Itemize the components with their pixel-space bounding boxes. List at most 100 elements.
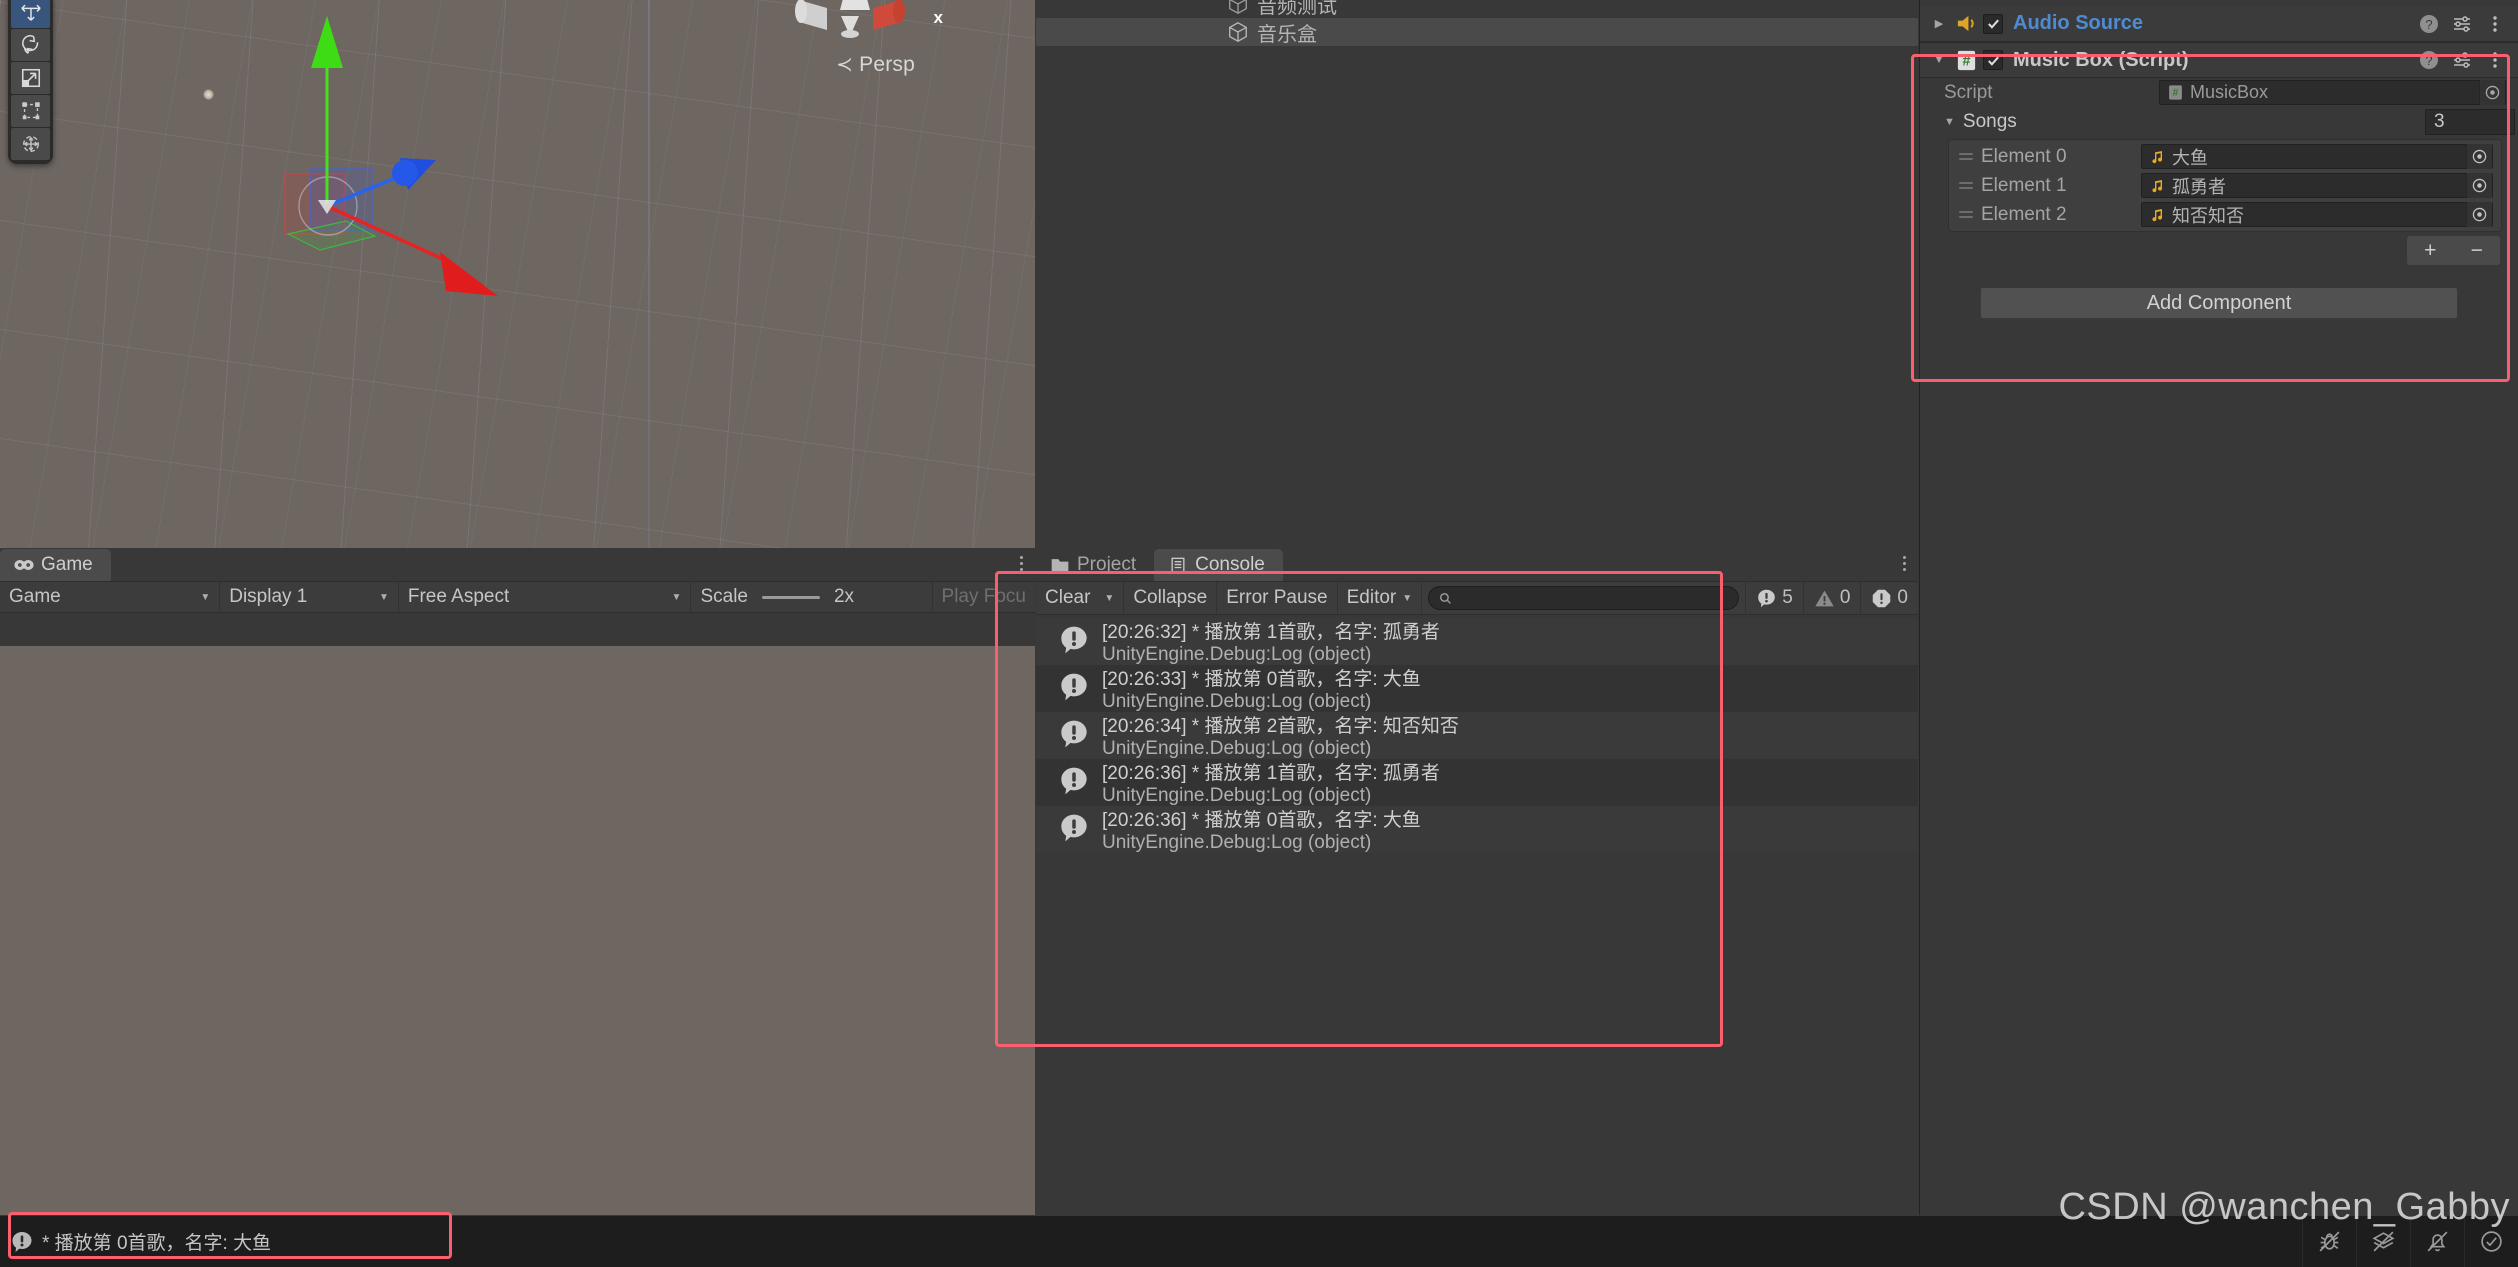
scale-tool-button[interactable] xyxy=(11,62,50,94)
game-panel[interactable]: Game Game ▼ Display 1 ▼ Free Aspect ▼ Sc… xyxy=(0,549,1035,1215)
perspective-label[interactable]: ≺ Persp xyxy=(836,52,915,77)
bug-disabled-icon xyxy=(2319,1231,2340,1252)
clear-button[interactable]: Clear ▼ xyxy=(1036,582,1125,614)
hierarchy-item-1[interactable]: 音乐盒 xyxy=(1036,18,1918,46)
foldout-expanded-icon[interactable]: ▼ xyxy=(1928,54,1950,66)
cs-script-icon: # xyxy=(1957,50,1976,70)
more-menu-icon[interactable] xyxy=(2485,50,2505,70)
hierarchy-empty-area[interactable] xyxy=(1036,56,1918,548)
object-picker-button[interactable] xyxy=(2466,202,2492,227)
help-icon[interactable]: ? xyxy=(2419,14,2439,34)
info-count-filter[interactable]: 5 xyxy=(1745,581,1803,615)
songs-element-list[interactable]: Element 0 大鱼 Element 1 孤勇者 Element 2 知否知… xyxy=(1948,139,2502,232)
game-tab-strip[interactable]: Game xyxy=(0,549,1035,581)
console-log-row[interactable]: [20:26:34] * 播放第 2首歌，名字: 知否知否 UnityEngin… xyxy=(1036,712,1918,759)
drag-handle-icon[interactable] xyxy=(1959,182,1981,189)
layers-disabled-icon xyxy=(2372,1231,2395,1252)
audio-source-header-icons[interactable]: ? xyxy=(2419,14,2510,34)
element-object-field[interactable]: 大鱼 xyxy=(2141,144,2493,169)
component-header-audio-source[interactable]: ▶ Audio Source ? xyxy=(1920,6,2518,42)
songs-element-row[interactable]: Element 1 孤勇者 xyxy=(1949,171,2501,200)
game-panel-menu-icon[interactable] xyxy=(1020,556,1023,571)
music-box-header-icons[interactable]: ? xyxy=(2419,50,2510,70)
scene-view[interactable]: x ≺ Persp xyxy=(0,0,1035,548)
play-focused-toggle[interactable]: Play Focu xyxy=(933,581,1035,613)
console-panel[interactable]: Project Console Clear ▼ Collapse Error P… xyxy=(1036,549,1918,1215)
element-object-field[interactable]: 知否知否 xyxy=(2141,202,2493,227)
remove-element-button[interactable]: − xyxy=(2471,239,2483,263)
hierarchy-item-0[interactable]: 音频测试 xyxy=(1036,0,1918,18)
songs-list-buttons[interactable]: + − xyxy=(1920,232,2518,265)
audio-source-enabled-checkbox[interactable] xyxy=(1983,13,2003,34)
chevron-down-icon[interactable]: ▼ xyxy=(1104,593,1114,604)
warning-count-filter[interactable]: 0 xyxy=(1802,581,1861,615)
music-box-title[interactable]: Music Box (Script) xyxy=(2013,49,2419,72)
debugger-attach-button[interactable] xyxy=(2302,1216,2356,1267)
inspector-panel[interactable]: ▶ Audio Source ? ▼ # Music Box (Script) … xyxy=(1919,0,2518,1215)
console-log-row[interactable]: [20:26:36] * 播放第 0首歌，名字: 大鱼 UnityEngine.… xyxy=(1036,806,1918,853)
console-log-list[interactable]: [20:26:32] * 播放第 1首歌，名字: 孤勇者 UnityEngine… xyxy=(1036,618,1918,1215)
element-object-field[interactable]: 孤勇者 xyxy=(2141,173,2493,198)
check-status-button[interactable] xyxy=(2464,1216,2518,1267)
error-count-filter[interactable]: 0 xyxy=(1860,581,1918,615)
songs-label: Songs xyxy=(1962,111,2017,132)
error-pause-toggle[interactable]: Error Pause xyxy=(1217,582,1338,614)
status-bar-icons[interactable] xyxy=(2302,1216,2518,1267)
notifications-button[interactable] xyxy=(2410,1216,2464,1267)
add-element-button[interactable]: + xyxy=(2424,239,2436,263)
rect-tool-button[interactable] xyxy=(11,95,50,127)
rotate-tool-button[interactable] xyxy=(11,29,50,61)
status-message[interactable]: * 播放第 0首歌，名字: 大鱼 xyxy=(0,1228,271,1255)
game-aspect-label: Free Aspect xyxy=(407,586,510,607)
collapse-toggle[interactable]: Collapse xyxy=(1124,582,1218,614)
tab-project[interactable]: Project xyxy=(1036,549,1154,581)
game-display-dropdown[interactable]: Display 1 ▼ xyxy=(220,581,399,613)
game-view-mode-dropdown[interactable]: Game ▼ xyxy=(0,581,221,613)
game-toolbar[interactable]: Game ▼ Display 1 ▼ Free Aspect ▼ Scale 2… xyxy=(0,581,1035,613)
help-icon[interactable]: ? xyxy=(2419,50,2439,70)
console-tab-strip[interactable]: Project Console xyxy=(1036,549,1918,581)
move-tool-button[interactable] xyxy=(11,0,50,28)
drag-handle-icon[interactable] xyxy=(1959,153,1981,160)
component-header-music-box[interactable]: ▼ # Music Box (Script) ? xyxy=(1920,42,2518,78)
checkmark-icon xyxy=(1987,56,1999,66)
script-object-field[interactable]: # MusicBox xyxy=(2159,80,2506,105)
game-scale-slider-group[interactable]: Scale 2x xyxy=(691,581,933,613)
game-aspect-dropdown[interactable]: Free Aspect ▼ xyxy=(399,581,692,613)
status-bar[interactable]: * 播放第 0首歌，名字: 大鱼 xyxy=(0,1216,2518,1267)
drag-handle-icon[interactable] xyxy=(1959,211,1981,218)
object-picker-button[interactable] xyxy=(2466,173,2492,198)
console-search-input[interactable] xyxy=(1428,586,1740,610)
songs-array-foldout[interactable]: ▼ Songs 3 xyxy=(1920,107,2518,137)
game-render-canvas[interactable] xyxy=(0,646,1035,1215)
chevron-down-icon: ▼ xyxy=(1402,592,1413,604)
audio-source-title[interactable]: Audio Source xyxy=(2013,12,2419,35)
console-log-row[interactable]: [20:26:32] * 播放第 1首歌，名字: 孤勇者 UnityEngine… xyxy=(1036,618,1918,665)
tab-console[interactable]: Console xyxy=(1154,549,1283,581)
editor-dropdown[interactable]: Editor ▼ xyxy=(1338,582,1423,614)
console-toolbar[interactable]: Clear ▼ Collapse Error Pause Editor ▼ 5 xyxy=(1036,581,1918,615)
songs-element-row[interactable]: Element 0 大鱼 xyxy=(1949,142,2501,171)
hierarchy-panel[interactable]: 音频测试 音乐盒 xyxy=(1036,0,1918,548)
object-picker-button[interactable] xyxy=(2466,144,2492,169)
add-component-button[interactable]: Add Component xyxy=(1980,287,2458,319)
transform-tool-button[interactable] xyxy=(11,128,50,160)
api-updating-button[interactable] xyxy=(2356,1216,2410,1267)
console-log-row[interactable]: [20:26:33] * 播放第 0首歌，名字: 大鱼 UnityEngine.… xyxy=(1036,665,1918,712)
tab-console-label: Console xyxy=(1195,554,1265,575)
songs-element-row[interactable]: Element 2 知否知否 xyxy=(1949,200,2501,229)
foldout-expanded-icon[interactable]: ▼ xyxy=(1944,116,1955,128)
more-menu-icon[interactable] xyxy=(2485,14,2505,34)
scale-slider[interactable] xyxy=(761,595,820,599)
scene-tool-palette[interactable] xyxy=(8,0,53,164)
foldout-collapsed-icon[interactable]: ▶ xyxy=(1928,17,1950,30)
preset-settings-icon[interactable] xyxy=(2452,50,2472,70)
console-panel-menu-icon[interactable] xyxy=(1903,556,1906,571)
move-gizmo[interactable] xyxy=(200,8,540,328)
object-picker-button[interactable] xyxy=(2479,80,2505,105)
preset-settings-icon[interactable] xyxy=(2452,14,2472,34)
console-log-row[interactable]: [20:26:36] * 播放第 1首歌，名字: 孤勇者 UnityEngine… xyxy=(1036,759,1918,806)
music-box-enabled-checkbox[interactable] xyxy=(1983,50,2003,70)
songs-count-field[interactable]: 3 xyxy=(2425,109,2515,135)
tab-game[interactable]: Game xyxy=(0,549,111,581)
